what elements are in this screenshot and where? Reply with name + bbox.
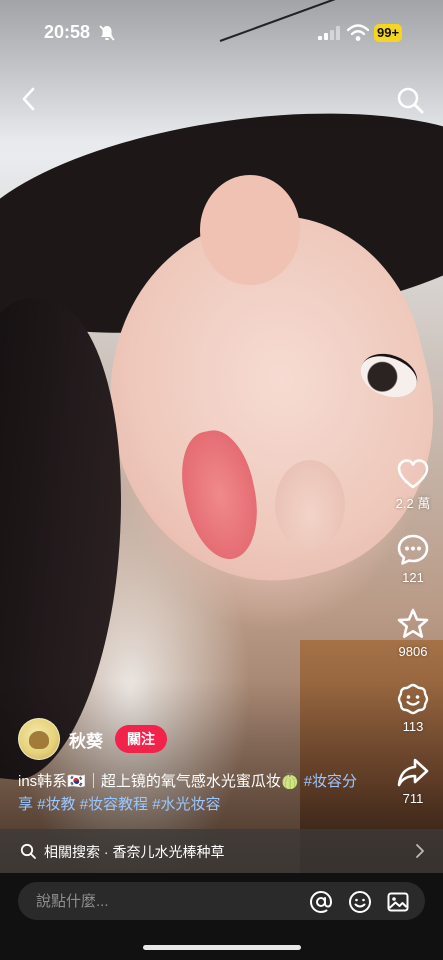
search-icon[interactable] [396,86,424,114]
author-name[interactable]: 秋葵 [69,727,103,752]
share-button[interactable]: 711 [388,756,438,806]
heart-icon [397,459,429,489]
related-search-label: 相關搜索 · 香奈儿水光棒种草 [44,844,225,860]
comment-icon [397,534,429,565]
video-ear [200,175,300,285]
at-icon[interactable] [309,890,333,914]
search-small-icon [20,843,36,859]
wifi-icon [347,24,369,41]
emoji-icon [397,683,429,715]
home-indicator [143,945,301,950]
comment-count: 121 [402,570,424,585]
emoji-count: 113 [402,719,424,734]
chevron-right-icon [416,844,424,858]
caption-hashtag[interactable]: #水光妆容 [152,796,220,813]
battery-indicator: 99+ [374,24,403,42]
comment-bar [0,873,443,960]
video-caption[interactable]: ins韩系🇰🇷｜超上镜的氧气感水光蜜瓜妆🍈 #妆容分享 #妆教 #妆容教程 #水… [18,770,363,816]
signal-icon [318,26,340,40]
share-count: 711 [402,791,424,806]
video-nose [275,460,345,550]
caption-hashtag[interactable]: #妆教 [37,796,75,813]
avatar-figure [29,731,49,749]
related-search-bar[interactable]: 相關搜索 · 香奈儿水光棒种草 [0,829,443,873]
status-bar: 20:58 99+ [0,0,443,60]
smile-icon[interactable] [348,890,372,914]
bell-muted-icon [99,25,115,41]
status-time: 20:58 [44,22,91,42]
back-icon[interactable] [18,86,42,112]
image-icon[interactable] [386,890,410,914]
favorite-count: 9806 [398,644,428,659]
like-button[interactable]: 2.2 萬 [388,458,438,512]
like-count: 2.2 萬 [395,496,431,511]
caption-text: ins韩系🇰🇷｜超上镜的氧气感水光蜜瓜妆🍈 [18,773,300,790]
avatar[interactable] [18,718,60,760]
star-icon [397,608,429,638]
emoji-reaction-button[interactable]: 113 [388,682,438,734]
favorite-button[interactable]: 9806 [388,607,438,659]
follow-button[interactable]: 關注 [115,725,167,753]
author-row: 秋葵 關注 [18,718,167,760]
share-icon [397,758,429,787]
caption-hashtag[interactable]: #妆容教程 [80,796,148,813]
comment-button[interactable]: 121 [388,533,438,585]
